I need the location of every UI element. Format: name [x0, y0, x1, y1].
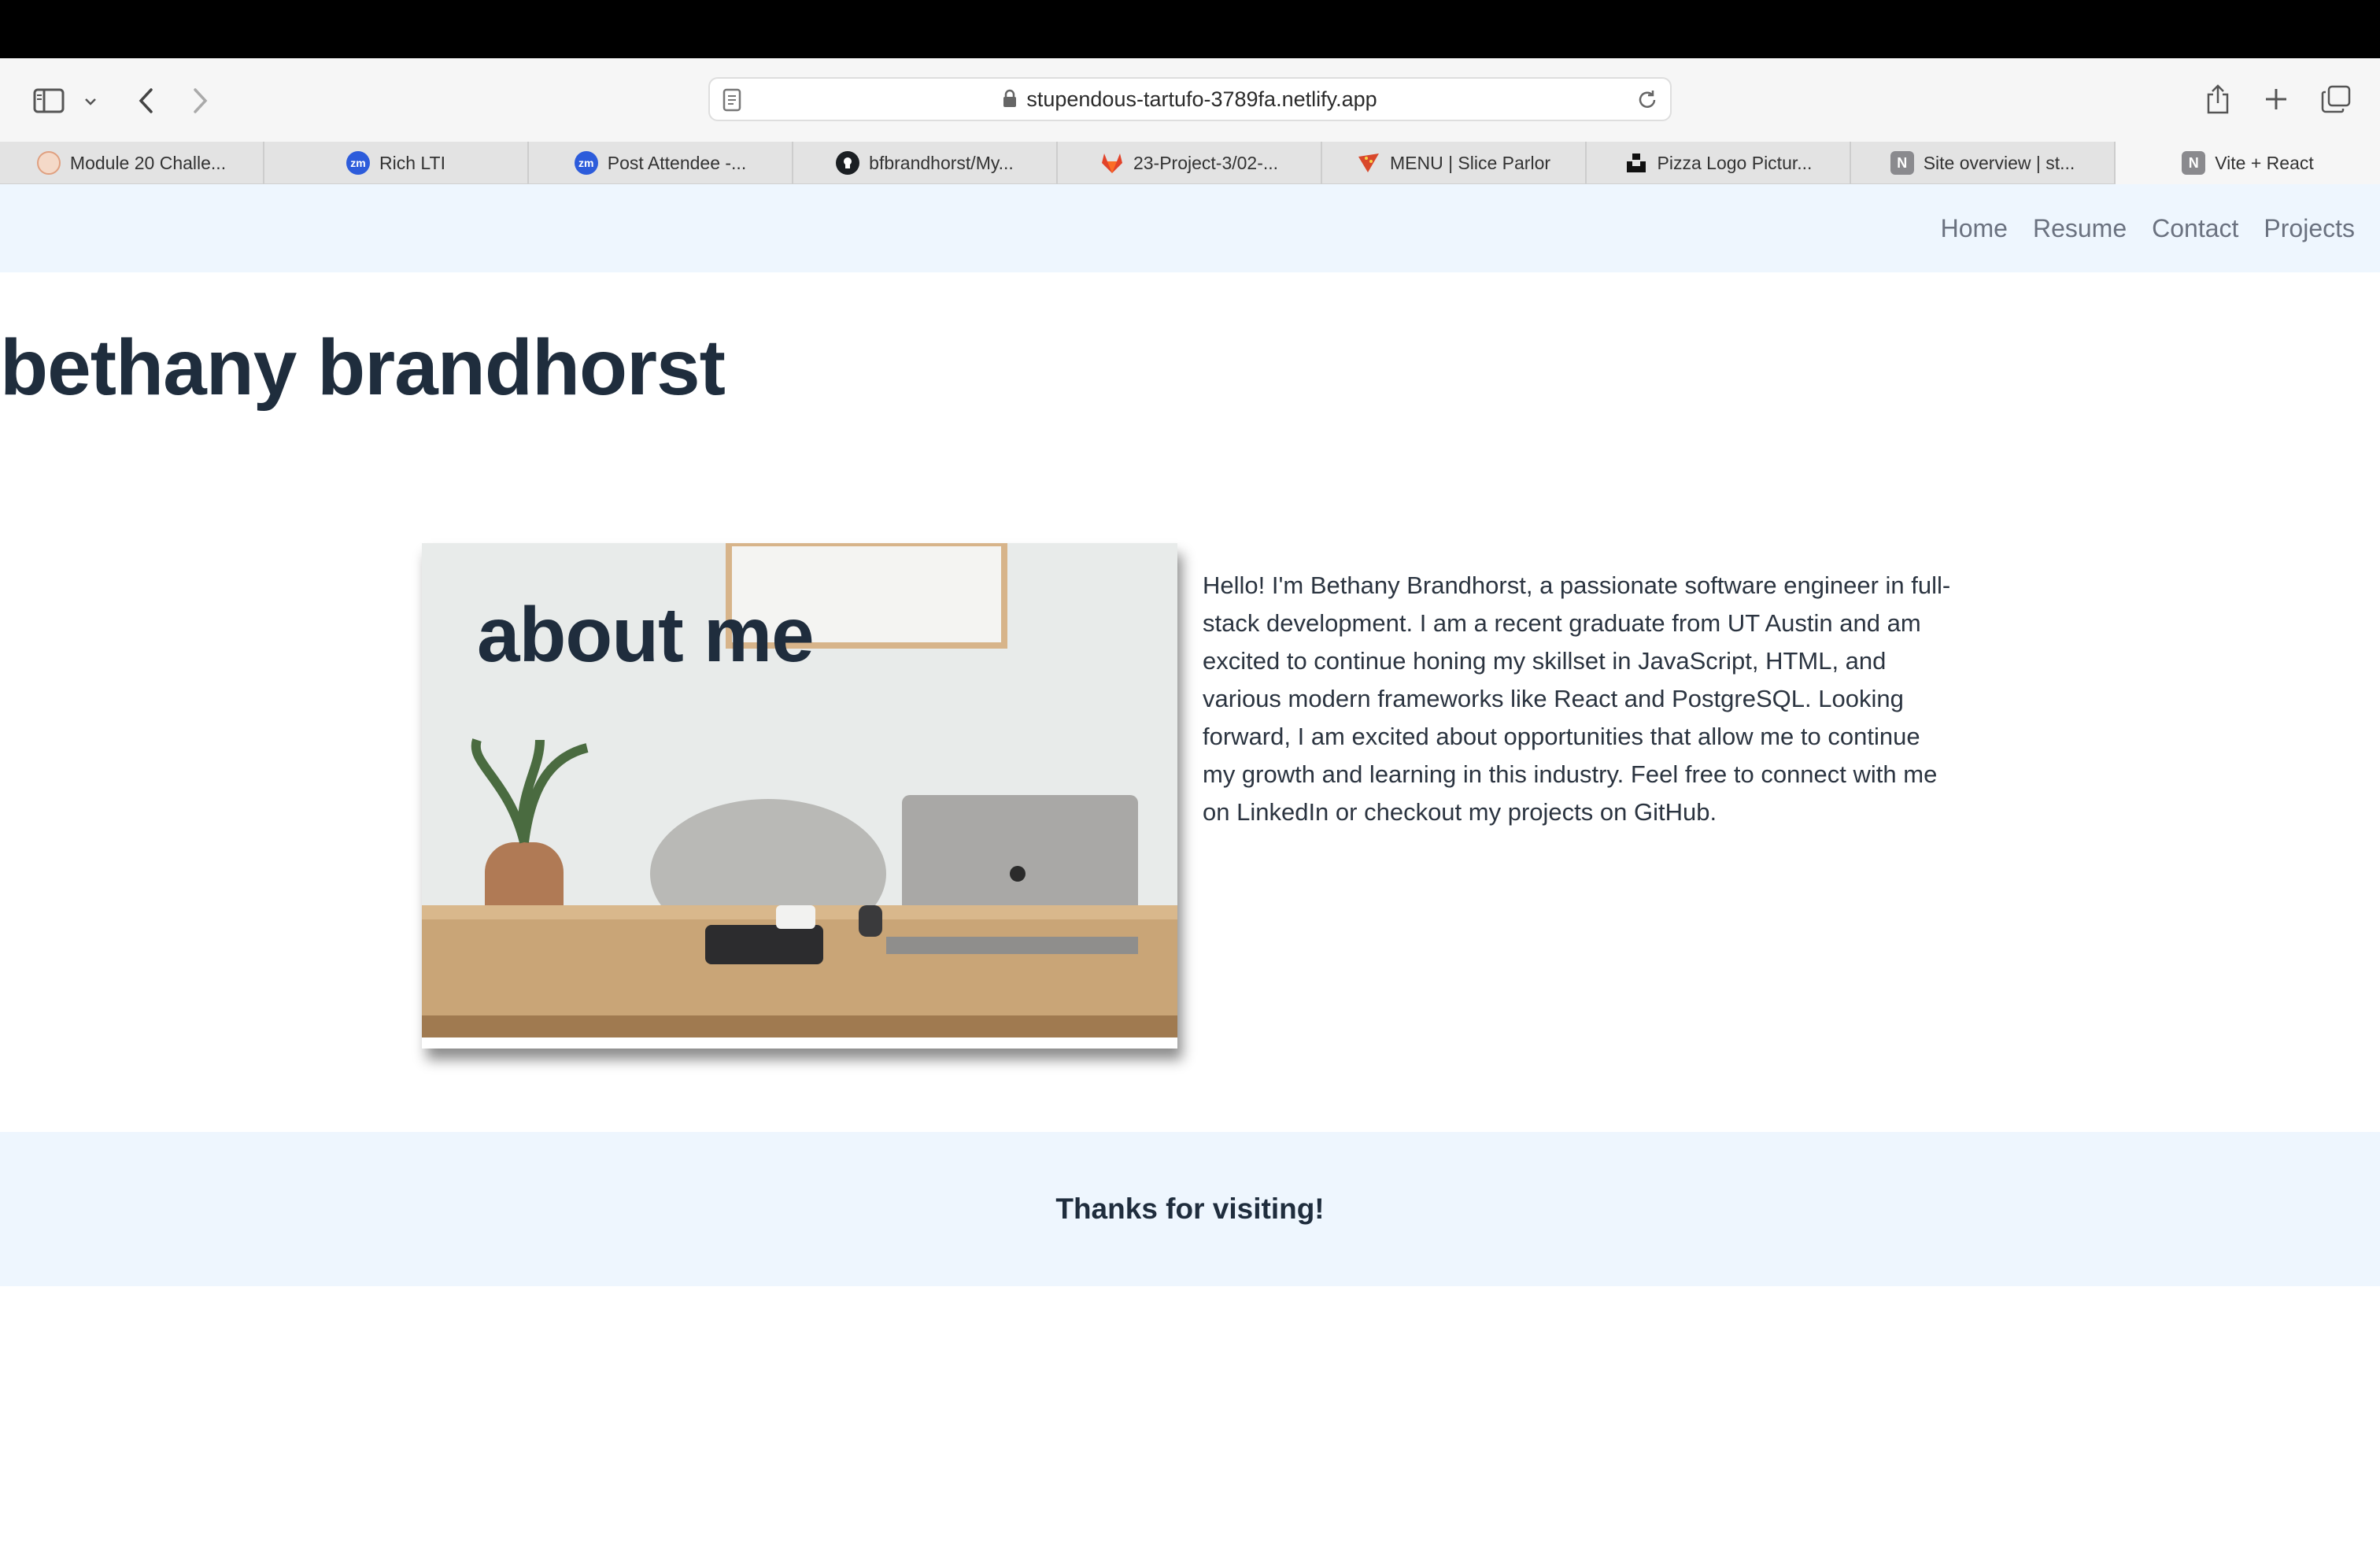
- netlify-n-icon: N: [1890, 151, 1914, 175]
- forward-icon[interactable]: [184, 82, 216, 120]
- chevron-down-icon[interactable]: [79, 90, 102, 113]
- footer-text: Thanks for visiting!: [1055, 1193, 1325, 1225]
- tab-post-attendee[interactable]: zm Post Attendee -...: [529, 142, 793, 184]
- address-bar[interactable]: stupendous-tartufo-3789fa.netlify.app: [708, 77, 1672, 121]
- site-nav: Home Resume Contact Projects: [1941, 184, 2355, 272]
- tab-gitlab[interactable]: 23-Project-3/02-...: [1058, 142, 1322, 184]
- new-tab-icon[interactable]: [2259, 82, 2293, 117]
- tab-vite-react[interactable]: N Vite + React: [2116, 142, 2380, 184]
- site-header: Home Resume Contact Projects: [0, 184, 2380, 272]
- zoom-favicon-icon: zm: [574, 151, 598, 175]
- github-icon: [836, 151, 860, 175]
- tab-module-20[interactable]: Module 20 Challe...: [0, 142, 264, 184]
- tab-slice-parlor[interactable]: MENU | Slice Parlor: [1322, 142, 1587, 184]
- netlify-n-icon: N: [2182, 151, 2206, 175]
- bio-text: Hello! I'm Bethany Brandhorst, a passion…: [1203, 571, 1951, 826]
- share-icon[interactable]: [2201, 79, 2235, 120]
- zoom-favicon-icon: zm: [346, 151, 371, 175]
- nav-projects[interactable]: Projects: [2264, 214, 2355, 243]
- tab-site-overview[interactable]: N Site overview | st...: [1851, 142, 2116, 184]
- unsplash-icon: [1624, 151, 1648, 175]
- nav-resume[interactable]: Resume: [2033, 214, 2127, 243]
- about-photo: about me: [422, 543, 1177, 1049]
- browser-toolbar: stupendous-tartufo-3789fa.netlify.app: [0, 58, 2380, 142]
- slice-parlor-icon: [1357, 151, 1380, 175]
- module-favicon-icon: [36, 151, 61, 175]
- gitlab-icon: [1100, 151, 1124, 175]
- nav-home[interactable]: Home: [1941, 214, 2008, 243]
- site-footer: Thanks for visiting!: [0, 1132, 2380, 1286]
- nav-contact[interactable]: Contact: [2152, 214, 2238, 243]
- sidebar-toggle-icon[interactable]: [30, 82, 68, 120]
- page-title: bethany brandhorst: [0, 324, 726, 412]
- lock-icon: [1003, 80, 1017, 121]
- tab-github[interactable]: bfbrandhorst/My...: [793, 142, 1058, 184]
- back-icon[interactable]: [131, 82, 162, 120]
- about-heading: about me: [477, 591, 815, 678]
- tab-rich-lti[interactable]: zm Rich LTI: [264, 142, 529, 184]
- tab-overview-icon[interactable]: [2317, 82, 2355, 117]
- tab-pizza-logo[interactable]: Pizza Logo Pictur...: [1587, 142, 1851, 184]
- reload-icon[interactable]: [1635, 88, 1659, 116]
- screen-top-bar: [0, 0, 2380, 58]
- url-text: stupendous-tartufo-3789fa.netlify.app: [1026, 87, 1377, 111]
- tab-bar: Module 20 Challe... zm Rich LTI zm Post …: [0, 142, 2380, 184]
